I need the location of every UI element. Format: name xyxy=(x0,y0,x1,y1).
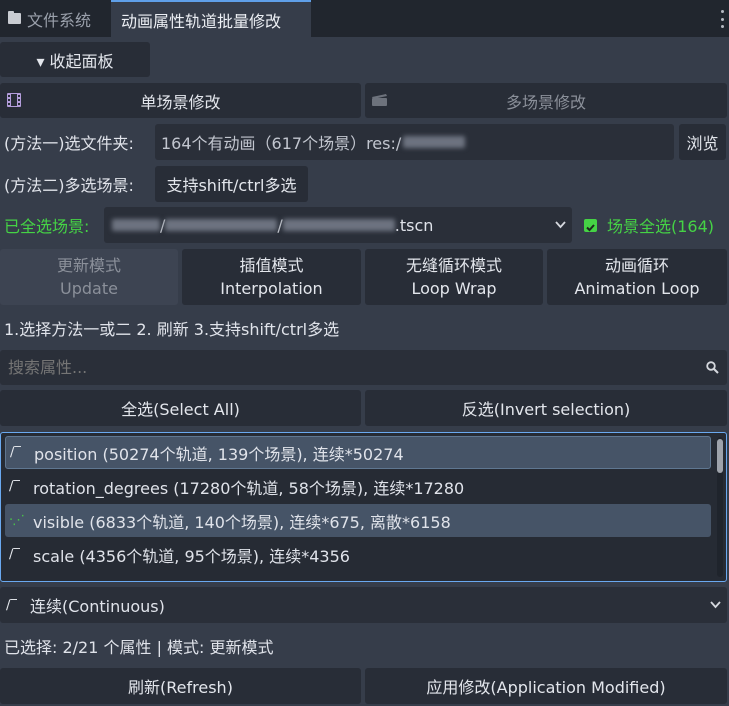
instructions-hint: 1.选择方法一或二 2. 刷新 3.支持shift/ctrl多选 xyxy=(4,320,340,339)
update-mode-zh: 更新模式 xyxy=(56,256,121,275)
chevron-down-icon xyxy=(710,601,721,609)
checkmark-icon xyxy=(586,224,595,232)
folder-icon xyxy=(8,11,21,24)
scene-selected-label: 已全选场景: xyxy=(4,217,90,236)
single-scene-label: 单场景修改 xyxy=(140,92,221,112)
update-mode-select[interactable]: ∕‾ 连续(Continuous) xyxy=(0,587,727,623)
loop-wrap-mode-zh: 无缝循环模式 xyxy=(405,256,502,275)
continuous-track-icon: ∕‾ xyxy=(9,547,20,562)
apply-modifications-button[interactable]: 应用修改(Application Modified) xyxy=(365,668,727,704)
update-mode-select-value: 连续(Continuous) xyxy=(30,597,165,616)
update-mode-tab[interactable]: 更新模式 Update xyxy=(0,249,178,305)
interpolation-mode-zh: 插值模式 xyxy=(239,256,304,275)
continuous-track-icon: ∕‾ xyxy=(10,445,21,460)
tab-filesystem-label: 文件系统 xyxy=(27,10,92,30)
browse-button[interactable]: 浏览 xyxy=(679,124,726,160)
method1-label: (方法一)选文件夹: xyxy=(4,134,134,153)
list-item-text: rotation_degrees (17280个轨道, 58个场景), 连续*1… xyxy=(33,478,465,498)
redacted-path xyxy=(403,136,466,148)
list-item-text: scale (4356个轨道, 95个场景), 连续*4356 xyxy=(33,546,350,566)
loop-wrap-mode-en: Loop Wrap xyxy=(411,279,497,298)
tab-bar: 文件系统 动画属性轨道批量修改 xyxy=(0,0,729,37)
list-item[interactable]: ∕‾ rotation_degrees (17280个轨道, 58个场景), 连… xyxy=(5,470,711,503)
scene-path-suffix: .tscn xyxy=(394,215,434,235)
discrete-track-icon: ·⋰ xyxy=(9,513,25,528)
invert-selection-button[interactable]: 反选(Invert selection) xyxy=(365,390,727,426)
list-item-text: position (50274个轨道, 139个场景), 连续*50274 xyxy=(34,444,404,464)
scene-select-all-label: 场景全选(164) xyxy=(607,217,715,236)
more-options-icon[interactable] xyxy=(719,10,725,28)
list-item[interactable]: ∕‾ scale (4356个轨道, 95个场景), 连续*4356 xyxy=(5,538,711,571)
tab-anim-track-batch[interactable]: 动画属性轨道批量修改 xyxy=(111,0,311,37)
multi-select-scenes-button[interactable]: 支持shift/ctrl多选 xyxy=(155,166,308,202)
selection-status: 已选择: 2/21 个属性 | 模式: 更新模式 xyxy=(4,638,274,657)
single-scene-button[interactable]: 单场景修改 xyxy=(0,83,361,118)
redacted-path-1 xyxy=(112,219,160,231)
animation-loop-en: Animation Loop xyxy=(574,279,700,298)
folder-path-text: 164个有动画（617个场景）res:/ xyxy=(161,134,402,153)
interpolation-mode-en: Interpolation xyxy=(220,279,323,298)
property-search-field[interactable] xyxy=(0,350,727,385)
select-all-button[interactable]: 全选(Select All) xyxy=(0,390,361,426)
clapperboard-icon xyxy=(372,94,387,106)
film-icon xyxy=(7,93,21,107)
redacted-path-2 xyxy=(165,219,278,231)
scene-select-dropdown[interactable]: / / .tscn xyxy=(104,207,572,243)
redacted-path-3 xyxy=(282,219,395,231)
continuous-track-icon: ∕‾ xyxy=(6,597,17,613)
chevron-down-icon xyxy=(555,221,566,229)
animation-loop-tab[interactable]: 动画循环 Animation Loop xyxy=(547,249,727,305)
folder-path-field[interactable]: 164个有动画（617个场景）res:/ xyxy=(155,124,674,160)
property-list[interactable]: ∕‾ position (50274个轨道, 139个场景), 连续*50274… xyxy=(0,432,727,582)
scrollbar-thumb[interactable] xyxy=(717,439,723,473)
list-item[interactable]: ∕‾ position (50274个轨道, 139个场景), 连续*50274 xyxy=(5,436,711,469)
list-item-text: visible (6833个轨道, 140个场景), 连续*675, 离散*61… xyxy=(33,512,451,532)
continuous-track-icon: ∕‾ xyxy=(9,479,20,494)
loop-wrap-mode-tab[interactable]: 无缝循环模式 Loop Wrap xyxy=(365,249,543,305)
interpolation-mode-tab[interactable]: 插值模式 Interpolation xyxy=(182,249,361,305)
collapse-panel-button[interactable]: ▾ 收起面板 xyxy=(0,42,150,77)
multi-scene-button[interactable]: 多场景修改 xyxy=(365,83,727,118)
multi-scene-label: 多场景修改 xyxy=(505,92,586,112)
refresh-button[interactable]: 刷新(Refresh) xyxy=(0,668,361,704)
scene-select-all-checkbox[interactable] xyxy=(584,219,597,232)
tab-filesystem[interactable]: 文件系统 xyxy=(0,0,108,37)
tab-anim-track-batch-label: 动画属性轨道批量修改 xyxy=(121,11,282,31)
search-icon xyxy=(706,361,719,374)
list-scrollbar[interactable] xyxy=(717,437,723,577)
animation-loop-zh: 动画循环 xyxy=(604,256,669,275)
list-item[interactable]: ·⋰ visible (6833个轨道, 140个场景), 连续*675, 离散… xyxy=(5,504,711,537)
method2-label: (方法二)多选场景: xyxy=(4,176,134,195)
property-search-input[interactable] xyxy=(6,357,690,378)
update-mode-en: Update xyxy=(60,279,118,298)
